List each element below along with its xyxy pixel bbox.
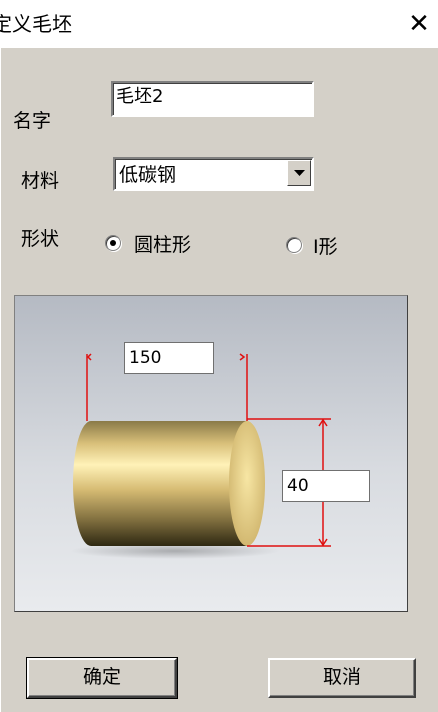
chevron-down-icon bbox=[294, 170, 305, 176]
name-field[interactable]: 毛坯2 bbox=[111, 81, 314, 117]
name-label: 名字 bbox=[13, 110, 52, 132]
radio-cylinder-label[interactable]: 圆柱形 bbox=[134, 230, 191, 257]
material-label: 材料 bbox=[21, 170, 60, 192]
diameter-input[interactable]: 40 bbox=[282, 470, 370, 502]
radio-cylinder[interactable] bbox=[105, 235, 121, 251]
window-title: 定义毛坯 bbox=[0, 12, 72, 36]
radio-i-shape[interactable] bbox=[286, 237, 302, 253]
ok-button[interactable]: 确定 bbox=[26, 657, 178, 699]
shape-preview: 150 40 bbox=[14, 295, 408, 612]
dropdown-button[interactable] bbox=[287, 160, 311, 186]
radio-i-shape-label[interactable]: I形 bbox=[313, 232, 338, 259]
radio-selected-dot bbox=[110, 240, 116, 246]
length-input[interactable]: 150 bbox=[124, 342, 214, 374]
material-select[interactable]: 低碳钢 bbox=[113, 157, 314, 191]
shape-label: 形状 bbox=[21, 228, 60, 250]
material-selected-value: 低碳钢 bbox=[119, 164, 177, 186]
close-icon[interactable]: ✕ bbox=[402, 6, 436, 42]
cylinder-body bbox=[73, 421, 247, 546]
cylinder-end-face bbox=[229, 421, 265, 546]
dialog-body: 名字 毛坯2 材料 低碳钢 形状 圆柱形 I形 150 40 确定 取消 bbox=[0, 48, 438, 712]
cancel-button[interactable]: 取消 bbox=[268, 658, 416, 698]
title-bar: 定义毛坯 ✕ bbox=[0, 0, 438, 48]
